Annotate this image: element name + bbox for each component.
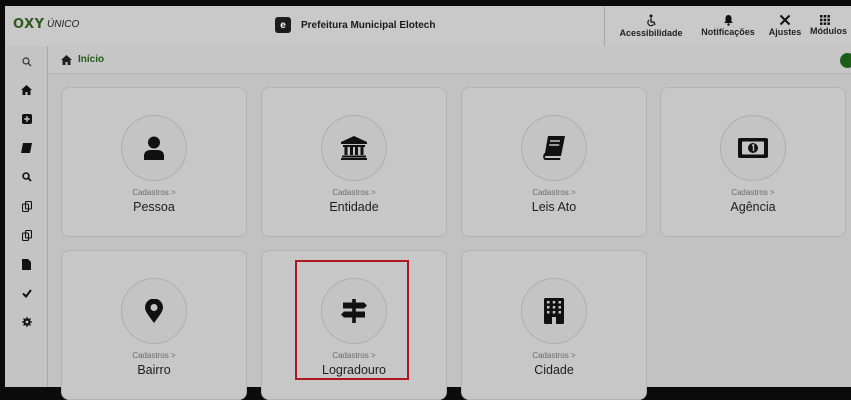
organization: e Prefeitura Municipal Elotech (275, 17, 435, 33)
grid-icon (820, 15, 830, 25)
card-title: Entidade (329, 200, 379, 214)
card-icon-circle (121, 115, 187, 181)
sidebar-item-laws[interactable] (5, 136, 48, 160)
card-icon-circle (321, 115, 387, 181)
card-section-label: Cadastros > (332, 188, 376, 197)
modules-button[interactable]: Módulos (810, 8, 851, 44)
home-icon (21, 85, 32, 95)
selection-highlight (295, 260, 409, 380)
card-section-label: Cadastros > (532, 351, 576, 360)
card-agencia[interactable]: Cadastros > Agência (660, 87, 846, 237)
search-icon (21, 172, 32, 182)
card-icon-circle (521, 115, 587, 181)
breadcrumb-bar: Início (48, 46, 851, 74)
card-cidade[interactable]: Cadastros > Cidade (461, 250, 647, 400)
sidebar-item-check[interactable] (5, 281, 48, 305)
sidebar-item-settings[interactable] (5, 310, 48, 334)
add-favorite-icon[interactable] (840, 53, 851, 68)
modules-label: Módulos (810, 26, 847, 36)
sidebar-item-file[interactable] (5, 252, 48, 276)
card-title: Agência (730, 200, 776, 214)
breadcrumb-label: Início (78, 54, 105, 65)
card-section-label: Cadastros > (731, 188, 775, 197)
user-icon (143, 136, 165, 160)
sidebar-item-copy[interactable] (5, 194, 48, 218)
settings-label: Ajustes (768, 27, 802, 37)
tools-icon (779, 14, 791, 26)
bell-icon (723, 14, 734, 26)
card-title: Leis Ato (531, 200, 577, 214)
search-icon (21, 57, 32, 67)
card-entidade[interactable]: Cadastros > Entidade (261, 87, 447, 237)
home-icon (61, 54, 72, 65)
app-logo-subtitle: ÚNICO (47, 19, 80, 30)
card-leis-ato[interactable]: Cadastros > Leis Ato (461, 87, 647, 237)
copy-icon (21, 200, 32, 212)
app-window: OXY ÚNICO e Prefeitura Municipal Elotech… (0, 0, 851, 400)
file-icon (22, 258, 31, 270)
sidebar-item-copy-2[interactable] (5, 223, 48, 247)
copy-icon (21, 229, 32, 241)
card-title: Cidade (534, 363, 574, 377)
sidebar (5, 46, 48, 387)
card-icon-circle (521, 278, 587, 344)
sidebar-item-home[interactable] (5, 78, 48, 102)
notifications-label: Notificações (701, 27, 755, 37)
card-section-label: Cadastros > (132, 351, 176, 360)
sidebar-item-search[interactable] (5, 50, 48, 74)
breadcrumb[interactable]: Início (61, 54, 104, 65)
money-bill-icon (738, 138, 768, 158)
organization-name: Prefeitura Municipal Elotech (301, 19, 436, 31)
main-content: Início Cadastros > Pessoa Cadastros > En… (48, 46, 851, 400)
accessibility-label: Acessibilidade (619, 27, 683, 38)
card-section-label: Cadastros > (132, 188, 176, 197)
card-title: Bairro (137, 363, 171, 377)
card-icon-circle (121, 278, 187, 344)
book-icon (543, 136, 565, 160)
settings-button[interactable]: Ajustes (764, 8, 806, 44)
organization-logo: e (275, 17, 291, 33)
top-bar: OXY ÚNICO e Prefeitura Municipal Elotech… (5, 6, 851, 46)
gear-icon (21, 317, 32, 327)
card-title: Pessoa (133, 200, 175, 214)
card-section-label: Cadastros > (532, 188, 576, 197)
sidebar-item-search-2[interactable] (5, 165, 48, 189)
card-bairro[interactable]: Cadastros > Bairro (61, 250, 247, 400)
accessibility-button[interactable]: Acessibilidade (610, 8, 692, 44)
card-pessoa[interactable]: Cadastros > Pessoa (61, 87, 247, 237)
map-pin-icon (145, 299, 163, 323)
notifications-button[interactable]: Notificações (696, 8, 760, 44)
book-icon (21, 143, 32, 153)
accessibility-icon (645, 14, 657, 27)
check-icon (21, 288, 32, 298)
card-icon-circle (720, 115, 786, 181)
building-icon (544, 298, 564, 324)
toolbar-divider (604, 6, 605, 46)
institution-icon (341, 136, 367, 160)
app-logo[interactable]: OXY (13, 17, 45, 32)
sidebar-item-add[interactable] (5, 107, 48, 131)
plus-square-icon (21, 114, 32, 124)
